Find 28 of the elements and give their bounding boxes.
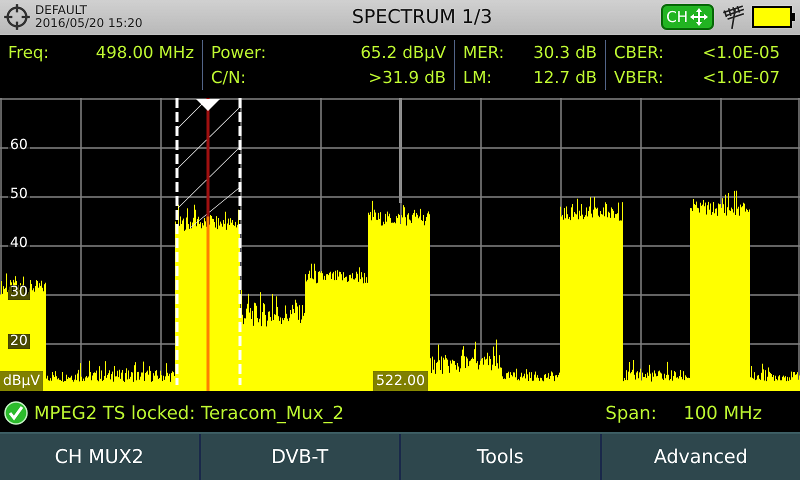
screen-title: SPECTRUM 1/3 bbox=[350, 6, 494, 28]
measurement-label: CBER: bbox=[614, 42, 664, 62]
measurement-label: Power: bbox=[211, 42, 266, 62]
crosshair-icon[interactable] bbox=[3, 3, 31, 32]
battery-icon bbox=[752, 5, 796, 30]
date-time: 2016/05/20 15:20 bbox=[35, 17, 143, 30]
measurement-value: >31.9 dB bbox=[368, 68, 446, 87]
profile-name: DEFAULT bbox=[35, 4, 88, 18]
measurement-label: VBER: bbox=[614, 68, 664, 87]
marker-frequency-label: 522.00 bbox=[373, 370, 428, 391]
measurement-value: 12.7 dB bbox=[533, 68, 597, 87]
axis-tick-label: 30 bbox=[8, 284, 30, 300]
span-label: Span: bbox=[605, 402, 658, 424]
antenna-icon bbox=[720, 4, 746, 30]
measurement-label: C/N: bbox=[211, 68, 246, 87]
move-arrows-icon bbox=[689, 7, 709, 28]
measurement-label: Freq: bbox=[8, 42, 49, 62]
measurement-value: <1.0E-05 bbox=[702, 42, 780, 62]
measurement-value: 30.3 dB bbox=[533, 42, 597, 62]
span-value: 100 MHz bbox=[683, 402, 762, 424]
axis-tick-label: 20 bbox=[8, 334, 30, 349]
unit-label: dBµV bbox=[0, 370, 43, 391]
measurement-value: 498.00 MHz bbox=[96, 42, 194, 62]
measurement-label: LM: bbox=[463, 68, 492, 87]
measurement-label: MER: bbox=[463, 42, 504, 62]
measurement-value: <1.0E-07 bbox=[702, 68, 780, 87]
measurement-value: 65.2 dBµV bbox=[360, 42, 446, 62]
lock-status-text: MPEG2 TS locked: Teracom_Mux_2 bbox=[34, 402, 345, 424]
